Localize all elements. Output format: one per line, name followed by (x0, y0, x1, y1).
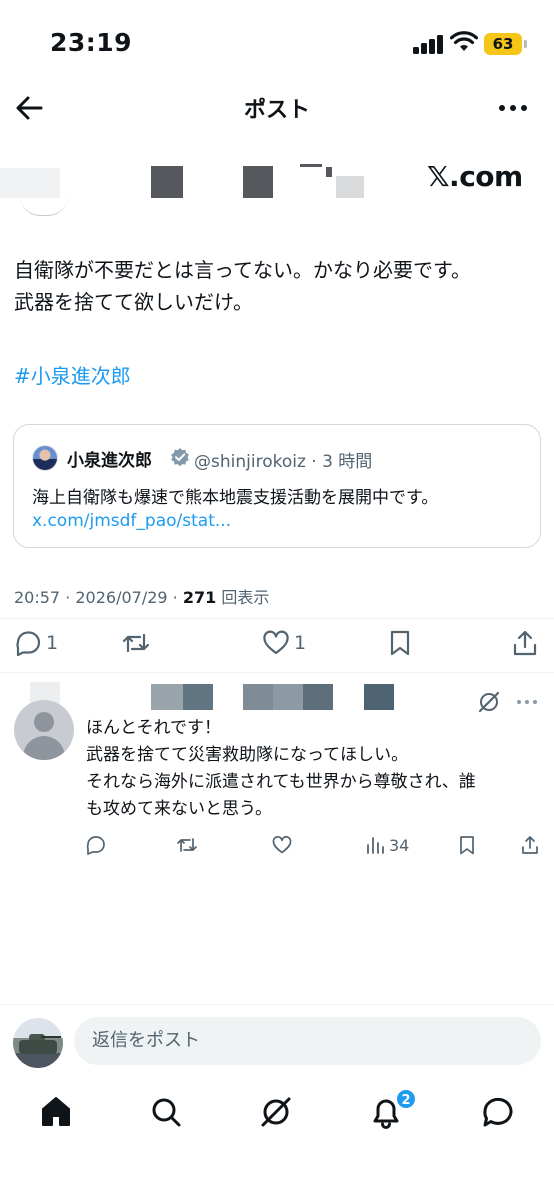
avatar (20, 196, 68, 216)
bookmark-icon (390, 630, 410, 656)
reply-text-line: それなら海外に派遣されても世界から尊敬され、誰 (86, 772, 476, 792)
message-bubble-icon (483, 1097, 513, 1127)
source-label: 𝕏.com (427, 160, 523, 193)
verified-badge-icon (171, 448, 189, 467)
redaction-block (151, 166, 183, 198)
post-action-bar: 1 1 (0, 624, 554, 664)
redaction-block (243, 684, 273, 710)
share-icon (522, 836, 538, 854)
repost-icon (177, 838, 197, 852)
reply-repost-button[interactable] (177, 832, 197, 858)
divider (0, 618, 554, 619)
reply-text: ほんとそれです！ 武器を捨てて災害救助隊になってほしい。 それなら海外に派遣され… (86, 715, 546, 823)
reply-share-button[interactable] (520, 832, 540, 858)
reply-bookmark-button[interactable] (457, 832, 477, 858)
grok-icon (261, 1097, 291, 1127)
home-icon (42, 1097, 70, 1126)
reply-reply-button[interactable] (86, 832, 106, 858)
bookmark-button[interactable] (386, 628, 414, 658)
avatar-tank-body (19, 1040, 57, 1054)
heart-icon (263, 630, 289, 655)
like-count: 1 (294, 632, 307, 654)
redaction-block (0, 168, 60, 198)
redaction-block (183, 684, 213, 710)
more-horizontal-icon[interactable] (514, 692, 540, 712)
nav-home[interactable] (38, 1094, 74, 1130)
battery-indicator: 63 (484, 33, 522, 55)
quoted-post-link[interactable]: x.com/jmsdf_pao/stat... (32, 511, 231, 531)
avatar-head (34, 712, 54, 732)
search-icon (152, 1098, 181, 1127)
redaction-block (364, 684, 394, 710)
avatar-body (23, 736, 65, 760)
reply-count: 1 (46, 632, 59, 654)
repost-button[interactable] (122, 628, 150, 658)
bottom-navigation: 2 (0, 1084, 554, 1144)
more-horizontal-icon[interactable] (496, 94, 530, 122)
reply-like-button[interactable] (272, 832, 292, 858)
reply-input[interactable]: 返信をポスト (74, 1017, 541, 1065)
reply-icon (86, 836, 105, 855)
views-count: 271 (182, 588, 217, 607)
grok-icon[interactable] (476, 689, 502, 715)
notifications-badge: 2 (395, 1088, 417, 1110)
cellular-signal-icon (413, 34, 445, 54)
nav-search[interactable] (148, 1094, 184, 1130)
reply-icon (16, 631, 41, 657)
views-label: 回表示 (216, 588, 270, 607)
redaction-block (273, 684, 303, 710)
redaction-block (300, 164, 322, 167)
avatar-tank-gun (41, 1036, 61, 1038)
reply-views-button[interactable]: 34 (365, 832, 409, 858)
post-text: 自衛隊が不要だとは言ってない。かなり必要です。 武器を捨てて欲しいだけ。 (14, 254, 544, 318)
heart-icon (272, 836, 292, 854)
reply-author-avatar[interactable] (14, 700, 74, 760)
nav-messages[interactable] (480, 1094, 516, 1130)
views-chart-icon (367, 837, 384, 854)
quoted-post-card[interactable]: 小泉進次郎 @shinjirokoiz · 3 時間 海上自衛隊も爆速で熊本地震… (13, 424, 541, 548)
redaction-block (303, 684, 333, 710)
redaction-block (336, 176, 364, 198)
redaction-block (243, 166, 273, 198)
share-icon (513, 630, 537, 656)
redaction-block (151, 684, 183, 710)
author-row-redacted: 𝕏.com (0, 150, 554, 220)
quoted-author-name: 小泉進次郎 (67, 451, 152, 471)
current-user-avatar[interactable] (13, 1018, 63, 1068)
hashtag-link[interactable]: #小泉進次郎 (14, 360, 131, 389)
post-text-line: 自衛隊が不要だとは言ってない。かなり必要です。 (14, 258, 471, 282)
battery-tip (524, 40, 527, 48)
reply-text-line: も攻めて来ないと思う。 (86, 799, 272, 819)
like-button[interactable]: 1 (262, 628, 306, 658)
quoted-author-handle: @shinjirokoiz · 3 時間 (194, 452, 373, 472)
reply-views-count: 34 (389, 835, 410, 855)
share-button[interactable] (511, 628, 539, 658)
reply-action-bar: 34 (0, 830, 554, 860)
nav-grok[interactable] (258, 1094, 294, 1130)
redaction-block (326, 167, 332, 177)
top-header: ポスト (0, 80, 554, 136)
reply-button[interactable]: 1 (14, 628, 58, 658)
reply-text-line: 武器を捨てて災害救助隊になってほしい。 (86, 745, 409, 765)
post-meta: 20:57 · 2026/07/29 · 271 回表示 (14, 584, 269, 608)
reply-composer: 返信をポスト (0, 1004, 554, 1078)
bookmark-icon (460, 836, 474, 855)
quoted-author-avatar (32, 445, 58, 471)
divider (0, 672, 554, 673)
post-text-line: 武器を捨てて欲しいだけ。 (14, 290, 253, 314)
status-time: 23:19 (50, 28, 133, 57)
repost-icon (122, 633, 150, 653)
page-title: ポスト (243, 98, 310, 123)
post-timestamp: 20:57 · 2026/07/29 · (14, 588, 183, 607)
wifi-icon (450, 31, 478, 51)
status-bar: 23:19 63 (0, 0, 554, 80)
quoted-post-text: 海上自衛隊も爆速で熊本地震支援活動を展開中です。 (32, 488, 439, 508)
reply-text-line: ほんとそれです！ (86, 718, 221, 738)
